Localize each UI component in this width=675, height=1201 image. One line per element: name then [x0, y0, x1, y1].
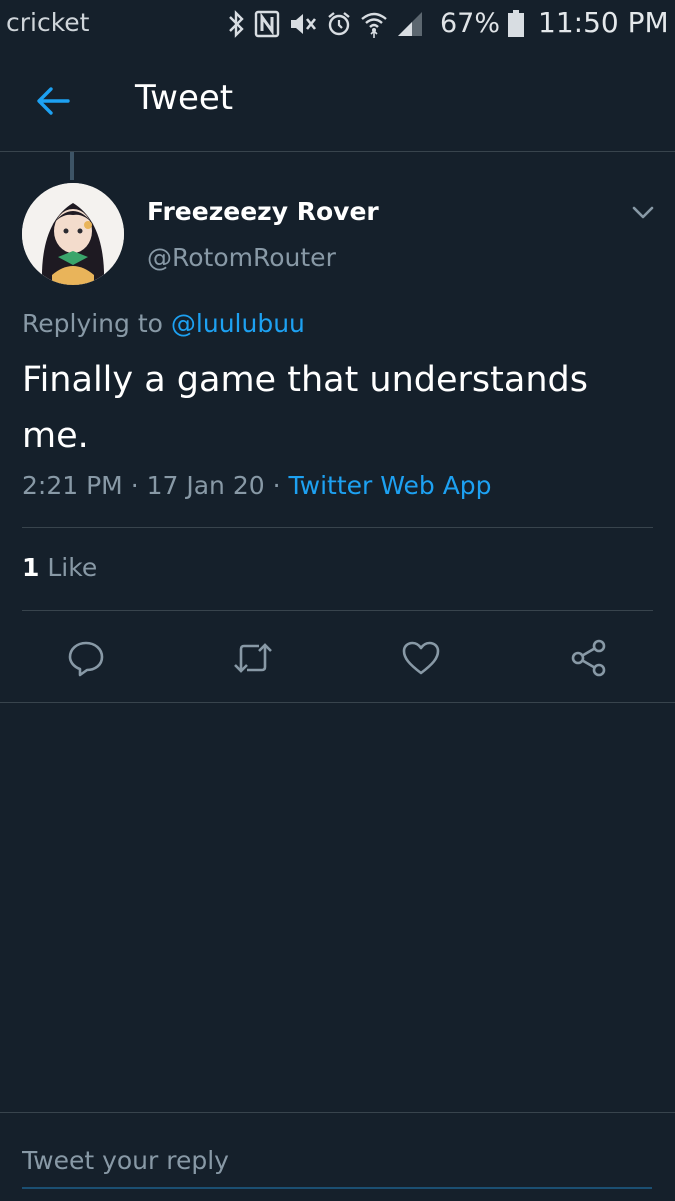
- avatar[interactable]: [22, 183, 124, 285]
- replying-prefix: Replying to: [22, 309, 163, 338]
- reply-composer: [0, 1112, 675, 1201]
- tweet-source-link[interactable]: Twitter Web App: [289, 471, 492, 500]
- meta-separator: ·: [130, 471, 139, 500]
- likes-label: Like: [47, 553, 98, 582]
- divider: [22, 610, 653, 611]
- clock: 11:50 PM: [538, 6, 669, 39]
- tweet-date: 17 Jan 20: [146, 471, 265, 500]
- back-button[interactable]: [30, 78, 76, 124]
- likes-count: 1: [22, 553, 40, 582]
- mute-icon: [291, 14, 317, 34]
- page-title: Tweet: [135, 78, 234, 118]
- like-button[interactable]: [395, 632, 447, 684]
- battery-percent: 67%: [440, 8, 501, 39]
- chevron-down-icon: [632, 206, 654, 219]
- replying-to-link[interactable]: @luulubuu: [171, 309, 305, 338]
- alarm-icon: [328, 12, 350, 36]
- heart-icon: [402, 641, 440, 675]
- status-icons: [226, 8, 432, 40]
- battery-icon: [508, 10, 524, 37]
- thread-connector: [70, 152, 74, 180]
- app-header: Tweet: [0, 48, 675, 152]
- retweet-icon: [234, 643, 272, 673]
- reply-input[interactable]: [22, 1133, 652, 1189]
- back-arrow-icon: [37, 87, 70, 115]
- divider: [22, 527, 653, 528]
- wifi-icon: [361, 12, 387, 38]
- nfc-icon: [254, 10, 280, 38]
- signal-icon: [398, 12, 422, 36]
- divider: [0, 702, 675, 703]
- carrier-name: cricket: [6, 8, 90, 37]
- share-icon: [571, 639, 606, 677]
- bluetooth-icon: [229, 10, 244, 38]
- reply-icon: [68, 641, 104, 677]
- tweet-text: Finally a game that understands me.: [22, 360, 588, 456]
- likes-stat[interactable]: 1 Like: [22, 553, 97, 582]
- tweet-meta: 2:21 PM · 17 Jan 20 · Twitter Web App: [22, 471, 492, 500]
- tweet-time: 2:21 PM: [22, 471, 123, 500]
- user-handle[interactable]: @RotomRouter: [147, 243, 336, 272]
- status-bar: cricket 67% 11:50 PM: [0, 0, 675, 48]
- replying-to: Replying to @luulubuu: [22, 309, 305, 338]
- retweet-button[interactable]: [227, 632, 279, 684]
- display-name[interactable]: Freezeezy Rover: [147, 197, 379, 226]
- avatar-image: [22, 183, 124, 285]
- share-button[interactable]: [563, 632, 615, 684]
- reply-button[interactable]: [60, 632, 112, 684]
- tweet-actions: [0, 632, 675, 684]
- meta-separator: ·: [272, 471, 281, 500]
- tweet-menu-button[interactable]: [628, 198, 658, 228]
